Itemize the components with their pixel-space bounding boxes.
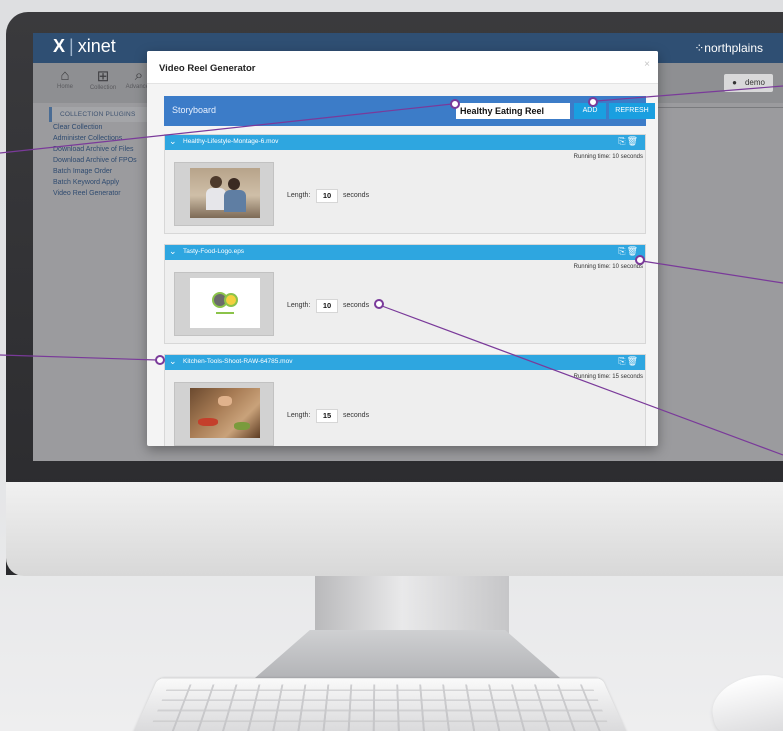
brand-name: northplains	[704, 41, 763, 55]
length-unit: seconds	[343, 302, 370, 309]
toolbar-home-label: Home	[56, 84, 73, 90]
length-label: Length:	[287, 192, 311, 199]
clip-actions: ⎘🗑	[618, 356, 639, 367]
storyboard-bar: Storyboard ADD REFRESH	[164, 96, 655, 126]
cart-icon: ⊞	[96, 68, 110, 85]
sidebar-item-download-archive-fpos[interactable]: Download Archive of FPOs	[49, 155, 159, 166]
clip-running-time: Running time: 15 seconds	[573, 374, 643, 380]
thumbnail-hand	[218, 396, 232, 406]
logo-mark: X	[53, 36, 66, 56]
keyboard-keys	[148, 684, 612, 731]
video-reel-modal: Video Reel Generator × Storyboard ADD RE…	[147, 51, 658, 446]
app-logo[interactable]: X | xinet	[53, 36, 116, 57]
clip-thumbnail[interactable]	[190, 168, 260, 218]
sidebar-item-video-reel-generator[interactable]: Video Reel Generator	[49, 188, 159, 199]
thumbnail-vegetable	[198, 418, 218, 426]
clip-running-time: Running time: 10 seconds	[573, 154, 643, 160]
logo-wordmark	[216, 312, 234, 314]
sidebar-item-clear-collection[interactable]: Clear Collection	[49, 122, 159, 133]
logo-name: xinet	[77, 36, 116, 56]
clip-thumbnail[interactable]	[190, 278, 260, 328]
length-label: Length:	[287, 412, 311, 419]
toolbar-collection-label: Collection	[89, 85, 117, 91]
thumbnail-person-head	[228, 178, 240, 190]
user-icon: ●	[732, 78, 737, 87]
length-input[interactable]: 15	[316, 409, 338, 423]
clip-list: ⌄ Healthy-Lifestyle-Montage-6.mov ⎘🗑 Run…	[164, 134, 646, 446]
brand-logo: ⁘northplains	[694, 41, 763, 55]
length-unit: seconds	[343, 412, 370, 419]
length-label: Length:	[287, 302, 311, 309]
length-input[interactable]: 10	[316, 189, 338, 203]
mouse	[706, 667, 783, 731]
chevron-down-icon[interactable]: ⌄	[169, 136, 177, 147]
reel-name-input[interactable]	[456, 103, 570, 119]
clip-bar[interactable]: ⌄ Kitchen-Tools-Shoot-RAW-64785.mov ⎘🗑	[165, 355, 645, 370]
clip-bar[interactable]: ⌄ Tasty-Food-Logo.eps ⎘🗑	[165, 245, 645, 260]
clip-bar[interactable]: ⌄ Healthy-Lifestyle-Montage-6.mov ⎘🗑	[165, 135, 645, 150]
clip-name: Healthy-Lifestyle-Montage-6.mov	[183, 138, 279, 145]
copy-icon[interactable]: ⎘	[618, 356, 626, 366]
copy-icon[interactable]: ⎘	[618, 136, 626, 146]
sidebar-header: COLLECTION PLUGINS	[49, 107, 159, 122]
trash-icon[interactable]: 🗑	[627, 136, 639, 146]
length-input[interactable]: 10	[316, 299, 338, 313]
thumbnail-person-body	[206, 188, 226, 210]
thumbnail-vegetable	[234, 422, 250, 430]
clip-name: Tasty-Food-Logo.eps	[183, 248, 245, 255]
clip-running-time: Running time: 10 seconds	[573, 264, 643, 270]
toolbar-home-button[interactable]: ⌂ Home	[51, 67, 79, 90]
thumbnail-person-body	[224, 190, 246, 212]
sidebar: COLLECTION PLUGINS Clear Collection Admi…	[49, 107, 159, 237]
chevron-down-icon[interactable]: ⌄	[169, 246, 177, 257]
clip-item: ⌄ Healthy-Lifestyle-Montage-6.mov ⎘🗑 Run…	[164, 134, 646, 234]
clip-item: ⌄ Kitchen-Tools-Shoot-RAW-64785.mov ⎘🗑 R…	[164, 354, 646, 446]
clip-actions: ⎘🗑	[618, 136, 639, 147]
clip-thumbnail-frame	[174, 272, 274, 336]
length-unit: seconds	[343, 192, 370, 199]
sidebar-item-batch-keyword-apply[interactable]: Batch Keyword Apply	[49, 177, 159, 188]
logo-separator: |	[69, 36, 74, 56]
keyboard	[130, 678, 630, 731]
add-button[interactable]: ADD	[574, 103, 606, 119]
monitor-stand-foot	[255, 630, 560, 678]
trash-icon[interactable]: 🗑	[627, 246, 639, 256]
clip-thumbnail-frame	[174, 162, 274, 226]
chevron-down-icon[interactable]: ⌄	[169, 356, 177, 367]
monitor-chin	[6, 482, 783, 576]
modal-title: Video Reel Generator	[159, 63, 256, 74]
logo-shape	[224, 293, 238, 307]
storyboard-label: Storyboard	[172, 105, 217, 115]
monitor-stand-neck	[315, 576, 509, 636]
sidebar-item-download-archive-files[interactable]: Download Archive of Files	[49, 144, 159, 155]
toolbar-collection-button[interactable]: ⊞ Collection	[89, 67, 117, 91]
user-menu-button[interactable]: ● demo	[724, 74, 773, 92]
user-name: demo	[744, 78, 765, 87]
home-icon: ⌂	[60, 67, 70, 84]
modal-header: Video Reel Generator ×	[147, 51, 658, 84]
clip-name: Kitchen-Tools-Shoot-RAW-64785.mov	[183, 358, 293, 365]
clip-item: ⌄ Tasty-Food-Logo.eps ⎘🗑 Running time: 1…	[164, 244, 646, 344]
sidebar-item-administer-collections[interactable]: Administer Collections	[49, 133, 159, 144]
refresh-button[interactable]: REFRESH	[609, 103, 655, 119]
sidebar-item-batch-image-order[interactable]: Batch Image Order	[49, 166, 159, 177]
clip-actions: ⎘🗑	[618, 246, 639, 257]
clip-thumbnail-frame	[174, 382, 274, 446]
close-icon[interactable]: ×	[644, 59, 650, 70]
trash-icon[interactable]: 🗑	[627, 356, 639, 366]
brand-icon: ⁘	[694, 41, 705, 55]
thumbnail-person-head	[210, 176, 222, 188]
clip-thumbnail[interactable]	[190, 388, 260, 438]
copy-icon[interactable]: ⎘	[618, 246, 626, 256]
